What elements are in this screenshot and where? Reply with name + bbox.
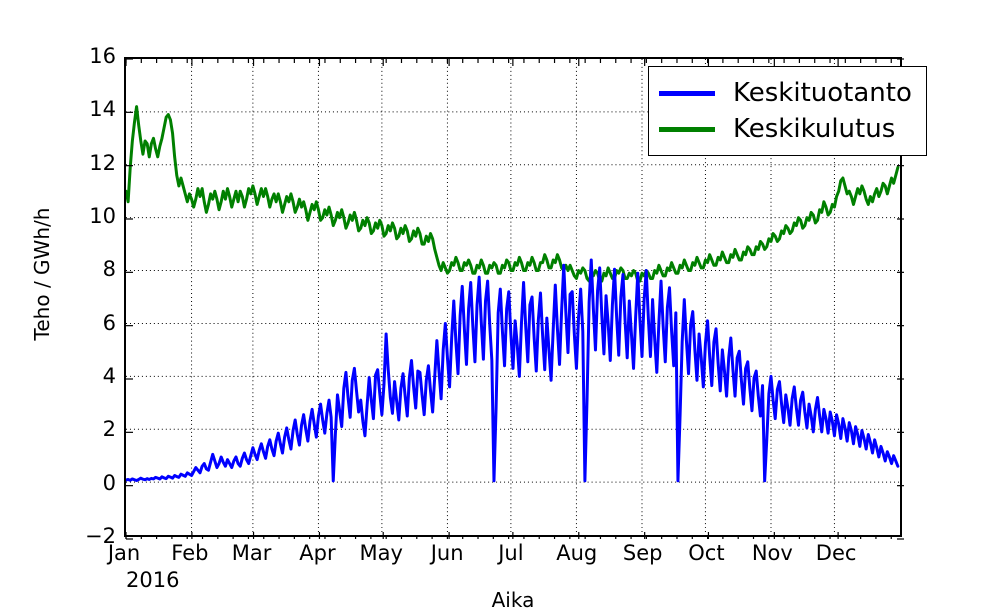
x-tick-label: Mar — [231, 541, 272, 565]
x-tick-label: Feb — [171, 541, 209, 565]
chart-figure: Teho / GWh/h 16 14 12 10 8 6 4 2 0 −2 Jan Feb Mar Ap… — [0, 0, 1000, 612]
legend-label-keskituotanto: Keskituotanto — [733, 78, 912, 108]
x-tick-label: Jan — [107, 541, 141, 565]
x-tick-label: Dec — [815, 541, 857, 565]
x-tick-label: Aug — [556, 541, 598, 565]
legend-item-keskituotanto[interactable]: Keskituotanto — [659, 75, 912, 111]
y-tick-label: 6 — [102, 310, 116, 335]
legend-label-keskikulutus: Keskikulutus — [733, 114, 896, 144]
x-axis-label: Aika — [491, 588, 535, 612]
x-tick-label: Apr — [299, 541, 336, 565]
y-tick-label: 4 — [102, 364, 116, 388]
y-axis-tick-labels: 16 14 12 10 8 6 4 2 0 −2 — [58, 46, 116, 547]
legend[interactable]: Keskituotanto Keskikulutus — [648, 66, 927, 156]
x-tick-label: Nov — [751, 541, 793, 565]
x-tick-label: May — [359, 541, 403, 565]
y-tick-label: 10 — [89, 204, 116, 228]
series-line-keskituotanto — [126, 258, 900, 483]
y-axis-label: Teho / GWh/h — [30, 207, 54, 341]
y-tick-label: 12 — [89, 150, 116, 175]
x-tick-label: Sep — [622, 541, 663, 565]
y-tick-label: 16 — [89, 44, 116, 68]
y-tick-label: 8 — [102, 257, 116, 282]
legend-item-keskikulutus[interactable]: Keskikulutus — [659, 111, 912, 147]
x-tick-label: Jun — [430, 541, 464, 565]
legend-color-swatch-keskituotanto — [659, 90, 715, 96]
y-tick-label: 0 — [102, 470, 116, 495]
x-axis-tick-labels: Jan Feb Mar Apr May Jun Jul Aug Sep Oct Nov Dec — [108, 541, 902, 573]
y-tick-label: 14 — [89, 97, 116, 122]
x-tick-label: Jul — [498, 541, 524, 565]
x-tick-label: Oct — [688, 541, 725, 565]
legend-color-swatch-keskikulutus — [659, 126, 715, 132]
y-tick-label: 2 — [102, 417, 116, 442]
